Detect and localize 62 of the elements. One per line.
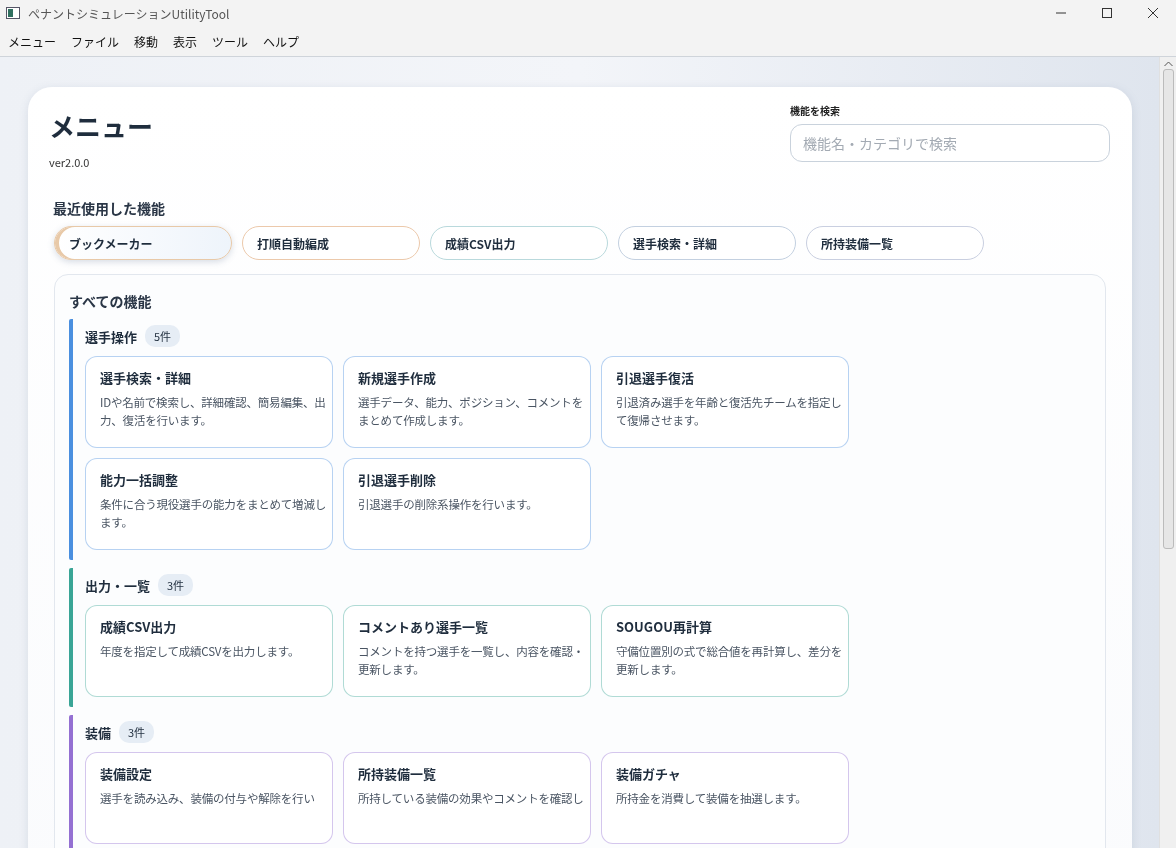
search-field[interactable]: 機能名・カテゴリで検索 — [790, 124, 1110, 162]
maximize-icon — [1102, 8, 1112, 18]
function-title: 能力一括調整 — [100, 470, 179, 489]
function-card[interactable]: 選手検索・詳細 IDや名前で検索し、詳細確認、簡易編集、出力、復活を行います。 — [85, 356, 333, 448]
function-title: 装備ガチャ — [616, 764, 682, 783]
function-title: 成績CSV出力 — [100, 617, 178, 636]
function-title: 新規選手作成 — [358, 368, 437, 387]
category-name: 装備 — [85, 722, 111, 742]
recent-chip[interactable]: 選手検索・詳細 — [618, 226, 796, 260]
menu-item[interactable]: ファイル — [67, 32, 124, 50]
search-label: 機能を検索 — [790, 103, 841, 118]
scrollbar[interactable] — [1159, 57, 1176, 848]
function-title: コメントあり選手一覧 — [358, 617, 489, 636]
function-title: 装備設定 — [100, 764, 153, 783]
function-description: 引退選手の削除系操作を行います。 — [358, 495, 539, 513]
function-description: 守備位置別の式で総合値を再計算し、差分を更新します。 — [616, 642, 842, 678]
menu-item[interactable]: ツール — [208, 32, 253, 50]
recent-chip[interactable]: ブックメーカー — [54, 226, 232, 260]
function-description: 引退済み選手を年齢と復活先チームを指定して復帰させます。 — [616, 393, 842, 429]
section-heading: 最近使用した機能 — [53, 198, 166, 218]
function-card[interactable]: 能力一括調整 条件に合う現役選手の能力をまとめて増減します。 — [85, 458, 333, 550]
function-description: コメントを持つ選手を一覧し、内容を確認・更新します。 — [358, 642, 584, 678]
function-description: 選手データ、能力、ポジション、コメントをまとめて作成します。 — [358, 393, 584, 429]
recent-chip[interactable]: 打順自動編成 — [242, 226, 420, 260]
function-description: 選手を読み込み、装備の付与や解除を行い — [100, 789, 316, 807]
function-card[interactable]: SOUGOU再計算 守備位置別の式で総合値を再計算し、差分を更新します。 — [601, 605, 849, 697]
section-heading: すべての機能 — [69, 291, 153, 311]
recent-chip[interactable]: 所持装備一覧 — [806, 226, 984, 260]
function-title: 選手検索・詳細 — [100, 368, 192, 387]
version-text: ver2.0.0 — [49, 154, 91, 170]
function-card[interactable]: 引退選手削除 引退選手の削除系操作を行います。 — [343, 458, 591, 550]
category-name: 出力・一覧 — [85, 575, 150, 595]
menu-item[interactable]: 移動 — [130, 32, 163, 50]
function-description: 年度を指定して成績CSVを出力します。 — [100, 642, 301, 660]
function-card[interactable]: 装備設定 選手を読み込み、装備の付与や解除を行い — [85, 752, 333, 844]
close-icon — [1148, 8, 1158, 18]
menu-item[interactable]: 表示 — [169, 32, 202, 50]
app-icon — [6, 7, 20, 19]
function-title: SOUGOU再計算 — [616, 617, 713, 636]
count-badge: 3件 — [158, 574, 194, 596]
count-badge: 3件 — [119, 721, 155, 743]
function-description: 所持している装備の効果やコメントを確認し — [358, 789, 584, 807]
category-name: 選手操作 — [85, 326, 137, 346]
page-title: メニュー — [49, 107, 153, 144]
function-title: 引退選手削除 — [358, 470, 437, 489]
function-card[interactable]: 引退選手復活 引退済み選手を年齢と復活先チームを指定して復帰させます。 — [601, 356, 849, 448]
count-badge: 5件 — [145, 325, 181, 347]
function-card[interactable]: 成績CSV出力 年度を指定して成績CSVを出力します。 — [85, 605, 333, 697]
recent-chip[interactable]: 成績CSV出力 — [430, 226, 608, 260]
function-card[interactable]: 新規選手作成 選手データ、能力、ポジション、コメントをまとめて作成します。 — [343, 356, 591, 448]
window-title: ペナントシミュレーションUtilityTool — [28, 4, 231, 22]
function-card[interactable]: 装備ガチャ 所持金を消費して装備を抽選します。 — [601, 752, 849, 844]
function-title: 所持装備一覧 — [358, 764, 437, 783]
menu-item[interactable]: メニュー — [4, 32, 60, 50]
function-card[interactable]: コメントあり選手一覧 コメントを持つ選手を一覧し、内容を確認・更新します。 — [343, 605, 591, 697]
function-description: IDや名前で検索し、詳細確認、簡易編集、出力、復活を行います。 — [100, 393, 326, 429]
function-card[interactable]: 所持装備一覧 所持している装備の効果やコメントを確認し — [343, 752, 591, 844]
function-title: 引退選手復活 — [616, 368, 695, 387]
function-description: 所持金を消費して装備を抽選します。 — [616, 789, 808, 807]
function-description: 条件に合う現役選手の能力をまとめて増減します。 — [100, 495, 326, 531]
scroll-up-icon[interactable] — [1163, 61, 1173, 67]
menu-item[interactable]: ヘルプ — [259, 32, 304, 50]
